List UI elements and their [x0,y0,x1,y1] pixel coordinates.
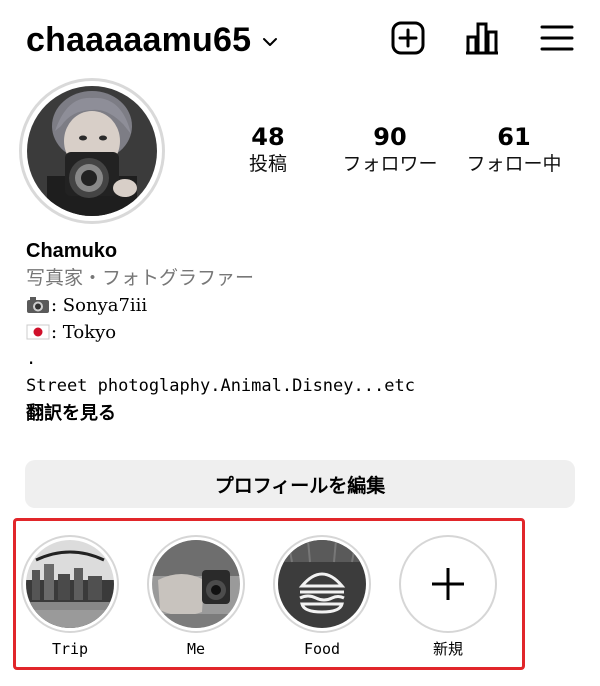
camera-emoji-icon [27,297,49,313]
new-highlight-button[interactable]: 新規 [398,535,498,659]
posts-label: 投稿 [248,153,287,175]
highlight-cover-ring [273,535,371,633]
profile-bio: Chamuko 写真家・フォトグラファー : Sonya7iii : Tokyo… [26,238,586,427]
highlight-label: Trip [51,640,89,658]
see-translation-link[interactable]: 翻訳を見る [26,400,586,427]
username: chaaaaamu65 [26,20,252,59]
bio-camera-line: : Sonya7iii [26,292,586,319]
hamburger-menu-icon [540,25,574,51]
followers-stat[interactable]: 90 フォロワー [325,123,455,177]
profile-avatar[interactable] [19,78,165,224]
chevron-down-icon [263,38,278,46]
highlight-cover-ring [21,535,119,633]
highlight-label: 新規 [432,640,463,658]
highlight-label: Food [303,640,341,658]
profile-category: 写真家・フォトグラファー [26,267,255,289]
profile-screen: chaaaaamu65 48 投稿 90 フォロワー 61 フォロー中 Cham… [0,0,600,686]
display-name: Chamuko [26,240,118,262]
highlight-me[interactable]: Me [146,535,246,659]
following-stat[interactable]: 61 フォロー中 [449,123,579,177]
plus-icon [432,568,464,600]
bio-dot: . [26,349,37,369]
bar-chart-icon [466,22,498,55]
account-switcher[interactable]: chaaaaamu65 [26,18,279,62]
avatar-image [27,86,157,216]
highlight-cover-image [278,540,366,628]
highlight-cover-ring [147,535,245,633]
highlight-food[interactable]: Food [272,535,372,659]
profile-header: chaaaaamu65 [0,0,600,80]
followers-label: フォロワー [342,153,438,175]
plus-square-icon [391,21,425,55]
highlight-trip[interactable]: Trip [20,535,120,659]
followers-count: 90 [373,123,407,151]
following-label: フォロー中 [466,153,562,175]
camera-text: : Sonya7iii [51,295,148,316]
posts-stat[interactable]: 48 投稿 [203,123,333,177]
new-post-button[interactable] [388,18,428,58]
menu-button[interactable] [537,18,577,58]
location-text: : Tokyo [51,322,117,343]
highlight-label: Me [186,640,206,658]
japan-flag-icon [26,324,50,340]
insights-button[interactable] [462,18,502,58]
following-count: 61 [497,123,531,151]
edit-profile-button[interactable]: プロフィールを編集 [25,460,575,508]
posts-count: 48 [251,123,285,151]
bio-location-line: : Tokyo [26,319,586,346]
new-highlight-ring [399,535,497,633]
highlight-cover-image [152,540,240,628]
highlight-cover-image [26,540,114,628]
bio-description: Street photoglaphy.Animal.Disney...etc [26,376,415,396]
